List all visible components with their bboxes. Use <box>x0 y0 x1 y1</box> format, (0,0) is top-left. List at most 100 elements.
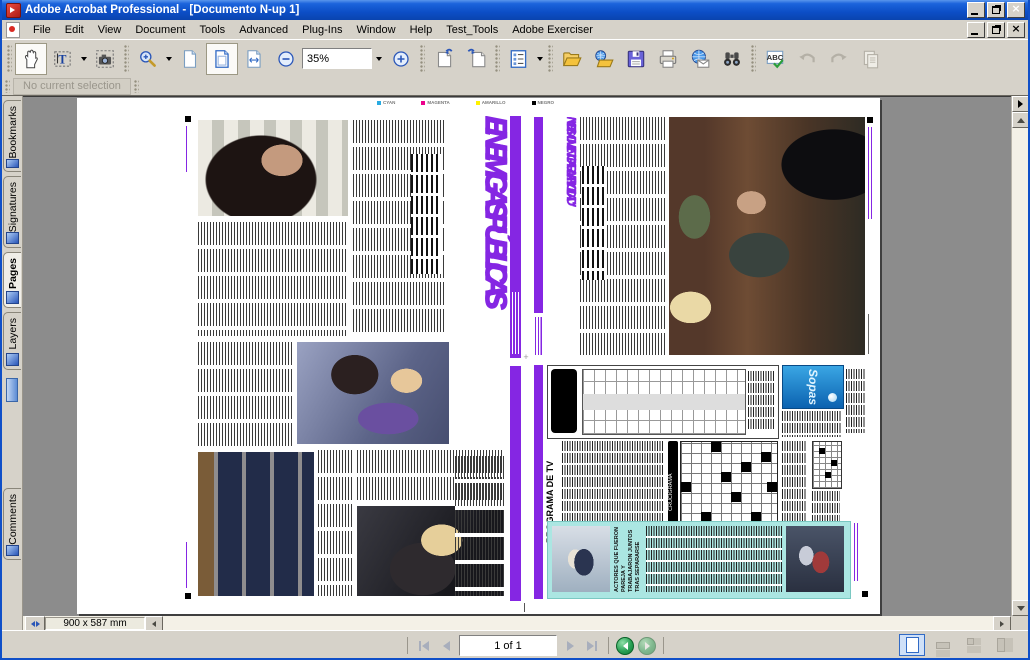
actual-size-button[interactable] <box>174 43 206 75</box>
doc-minimize-button[interactable] <box>967 22 985 38</box>
page-corner-marker <box>185 593 191 599</box>
copy-button[interactable] <box>855 43 887 75</box>
menu-tools[interactable]: Tools <box>193 22 233 38</box>
registration-mark: + <box>521 352 531 362</box>
menu-plugins[interactable]: Plug-Ins <box>295 22 349 38</box>
menu-document[interactable]: Document <box>128 22 192 38</box>
scroll-down-button[interactable] <box>1012 600 1029 616</box>
text-select-icon: T <box>52 48 74 70</box>
menu-help[interactable]: Help <box>403 22 440 38</box>
undo-button[interactable] <box>791 43 823 75</box>
first-page-button[interactable] <box>415 637 433 655</box>
sopas-ad-bubble <box>828 393 837 402</box>
doc-restore-button[interactable] <box>987 22 1005 38</box>
text-select-tool-button[interactable]: T <box>47 43 79 75</box>
email-button[interactable] <box>684 43 716 75</box>
hand-tool-button[interactable] <box>15 43 47 75</box>
sopas-ad: Sopas <box>782 365 844 409</box>
menu-window[interactable]: Window <box>349 22 402 38</box>
zoom-out-button[interactable] <box>270 43 302 75</box>
tab-layers[interactable]: Layers <box>3 312 21 370</box>
menu-file[interactable]: File <box>26 22 58 38</box>
doc-close-button[interactable]: × <box>1007 22 1025 38</box>
next-page-button[interactable] <box>561 637 579 655</box>
close-button[interactable]: × <box>1007 2 1025 18</box>
document-pane[interactable]: CYAN MAGENTA AMARILLO NEGRO ENEMIGAS PÚB… <box>23 96 1011 616</box>
continuous-layout-button[interactable] <box>930 634 956 656</box>
snapshot-tool-button[interactable] <box>89 43 121 75</box>
scroll-left-button[interactable] <box>145 616 163 631</box>
scroll-right-button[interactable] <box>993 616 1011 631</box>
spell-check-button[interactable]: ABC <box>759 43 791 75</box>
trim-mark <box>524 603 525 612</box>
print-button[interactable] <box>652 43 684 75</box>
previous-page-button[interactable] <box>437 637 455 655</box>
zoom-level-field[interactable] <box>302 48 372 69</box>
zoom-in-button[interactable] <box>385 43 417 75</box>
sopas-ad-title: Sopas <box>806 369 820 405</box>
menu-edit[interactable]: Edit <box>58 22 91 38</box>
open-button[interactable] <box>556 43 588 75</box>
document-icon[interactable] <box>6 22 20 38</box>
interview-headline: " NO ES MOMENTO PARA LA FRIVOLIDAD" <box>546 117 578 355</box>
continuous-facing-layout-button[interactable] <box>961 634 987 656</box>
zoom-level-dropdown[interactable] <box>372 49 385 68</box>
text-select-dropdown[interactable] <box>81 57 87 61</box>
menu-view[interactable]: View <box>91 22 129 38</box>
search-button[interactable] <box>716 43 748 75</box>
toolbar-grip[interactable] <box>420 45 425 73</box>
puzzle-clues-block <box>748 371 774 431</box>
previous-view-icon <box>433 48 455 70</box>
menu-test-tools[interactable]: Test_Tools <box>439 22 505 38</box>
vertical-scrollbar[interactable] <box>1011 96 1028 616</box>
page-corner-marker <box>867 117 873 123</box>
photo-two-women <box>297 342 449 444</box>
feature-headline: ACTORES QUE FUERON PAREJA Y TRABAJARON J… <box>614 526 642 592</box>
color-target: CYAN <box>377 100 395 105</box>
redo-button[interactable] <box>823 43 855 75</box>
zoom-tool-dropdown[interactable] <box>166 57 172 61</box>
menu-adobe-exerciser[interactable]: Adobe Exerciser <box>505 22 600 38</box>
next-view-button[interactable] <box>460 43 492 75</box>
minimize-button[interactable] <box>967 2 985 18</box>
toolbar-grip[interactable] <box>751 45 756 73</box>
toolbar-grip[interactable] <box>548 45 553 73</box>
tab-pages[interactable]: Pages <box>3 252 21 308</box>
tab-comments[interactable]: Comments <box>3 488 21 560</box>
page-size-toggle[interactable] <box>25 616 45 631</box>
zoom-in-tool-button[interactable] <box>132 43 164 75</box>
zoom-in-icon <box>391 49 411 69</box>
navigation-panels-dropdown[interactable] <box>537 57 543 61</box>
scroll-up-button[interactable] <box>1012 112 1029 128</box>
fit-width-button[interactable] <box>238 43 270 75</box>
go-back-view-button[interactable] <box>616 637 634 655</box>
page-corner-marker <box>862 591 868 597</box>
go-forward-view-button[interactable] <box>638 637 656 655</box>
tab-signatures[interactable]: Signatures <box>3 176 21 248</box>
previous-view-button[interactable] <box>428 43 460 75</box>
toolbar-grip[interactable] <box>124 45 129 73</box>
navigation-panels-button[interactable] <box>503 43 535 75</box>
fit-page-button[interactable] <box>206 43 238 75</box>
page-number-field[interactable] <box>459 635 557 656</box>
save-button[interactable] <box>620 43 652 75</box>
single-page-icon <box>906 637 919 653</box>
last-page-button[interactable] <box>583 637 601 655</box>
restore-button[interactable] <box>987 2 1005 18</box>
toolbar-grip[interactable] <box>5 80 10 93</box>
panel-splitter-handle[interactable] <box>6 378 18 402</box>
toolbar-grip[interactable] <box>134 80 139 93</box>
menu-advanced[interactable]: Advanced <box>232 22 295 38</box>
open-web-page-button[interactable] <box>588 43 620 75</box>
tab-label: Signatures <box>7 182 19 232</box>
tab-bookmarks[interactable]: Bookmarks <box>3 100 21 172</box>
pdf-page[interactable]: CYAN MAGENTA AMARILLO NEGRO ENEMIGAS PÚB… <box>77 98 880 614</box>
feature-cyan-box: ACTORES QUE FUERON PAREJA Y TRABAJARON J… <box>547 521 851 599</box>
facing-layout-button[interactable] <box>992 634 1018 656</box>
word-puzzle-title-box <box>551 369 577 433</box>
purple-gutter-bar <box>510 366 521 601</box>
toolbar-grip[interactable] <box>7 45 12 73</box>
toolbar-grip[interactable] <box>495 45 500 73</box>
pane-overflow-button[interactable] <box>1012 96 1029 112</box>
single-page-layout-button[interactable] <box>899 634 925 656</box>
